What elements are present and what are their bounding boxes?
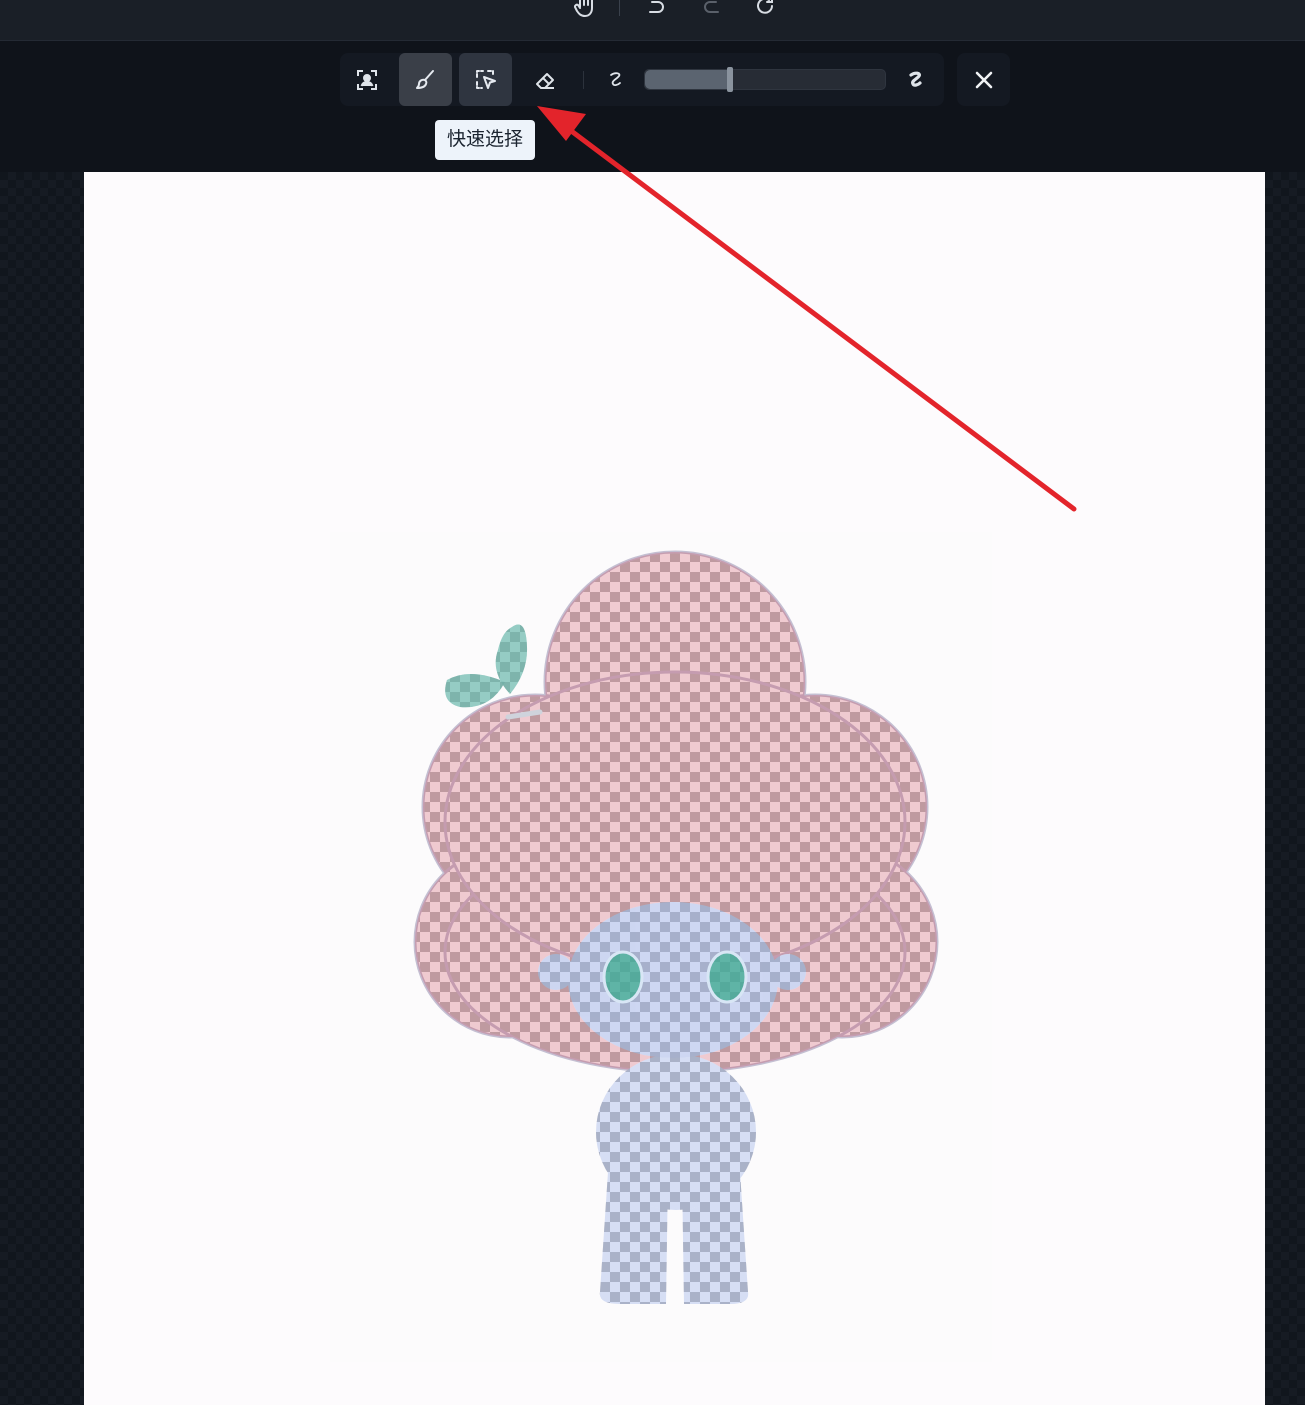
quick-select-tooltip: 快速选择 [435,120,536,160]
brush-icon [415,69,434,89]
mask-toolbar [340,53,944,106]
refresh-icon[interactable] [752,0,778,20]
source-image [330,532,992,1362]
brush-size-fill [645,70,730,89]
thick-stroke-icon [894,53,938,106]
character-figure [413,550,939,1304]
portrait-select-icon [356,69,377,90]
close-button[interactable] [957,53,1010,106]
image-canvas[interactable] [84,172,1265,1405]
hand-icon[interactable] [572,0,598,20]
thin-stroke-icon [594,53,638,106]
brush-size-knob[interactable] [726,67,733,92]
close-icon [975,71,992,88]
brush-button[interactable] [399,53,452,106]
quick-select-button[interactable] [459,53,512,106]
toolbar-divider [583,71,584,89]
workspace-background-right [1265,172,1305,1405]
eraser-icon [535,72,554,89]
top-toolbar [0,0,1305,41]
workspace-background-left [0,172,84,1405]
undo-icon[interactable] [644,0,670,20]
quick-select-icon [475,69,496,89]
toolbar-separator [619,0,620,16]
eraser-button[interactable] [519,53,572,106]
redo-icon[interactable] [698,0,724,20]
brush-size-slider[interactable] [644,67,886,92]
portrait-select-button[interactable] [340,53,393,106]
body [596,1054,756,1210]
